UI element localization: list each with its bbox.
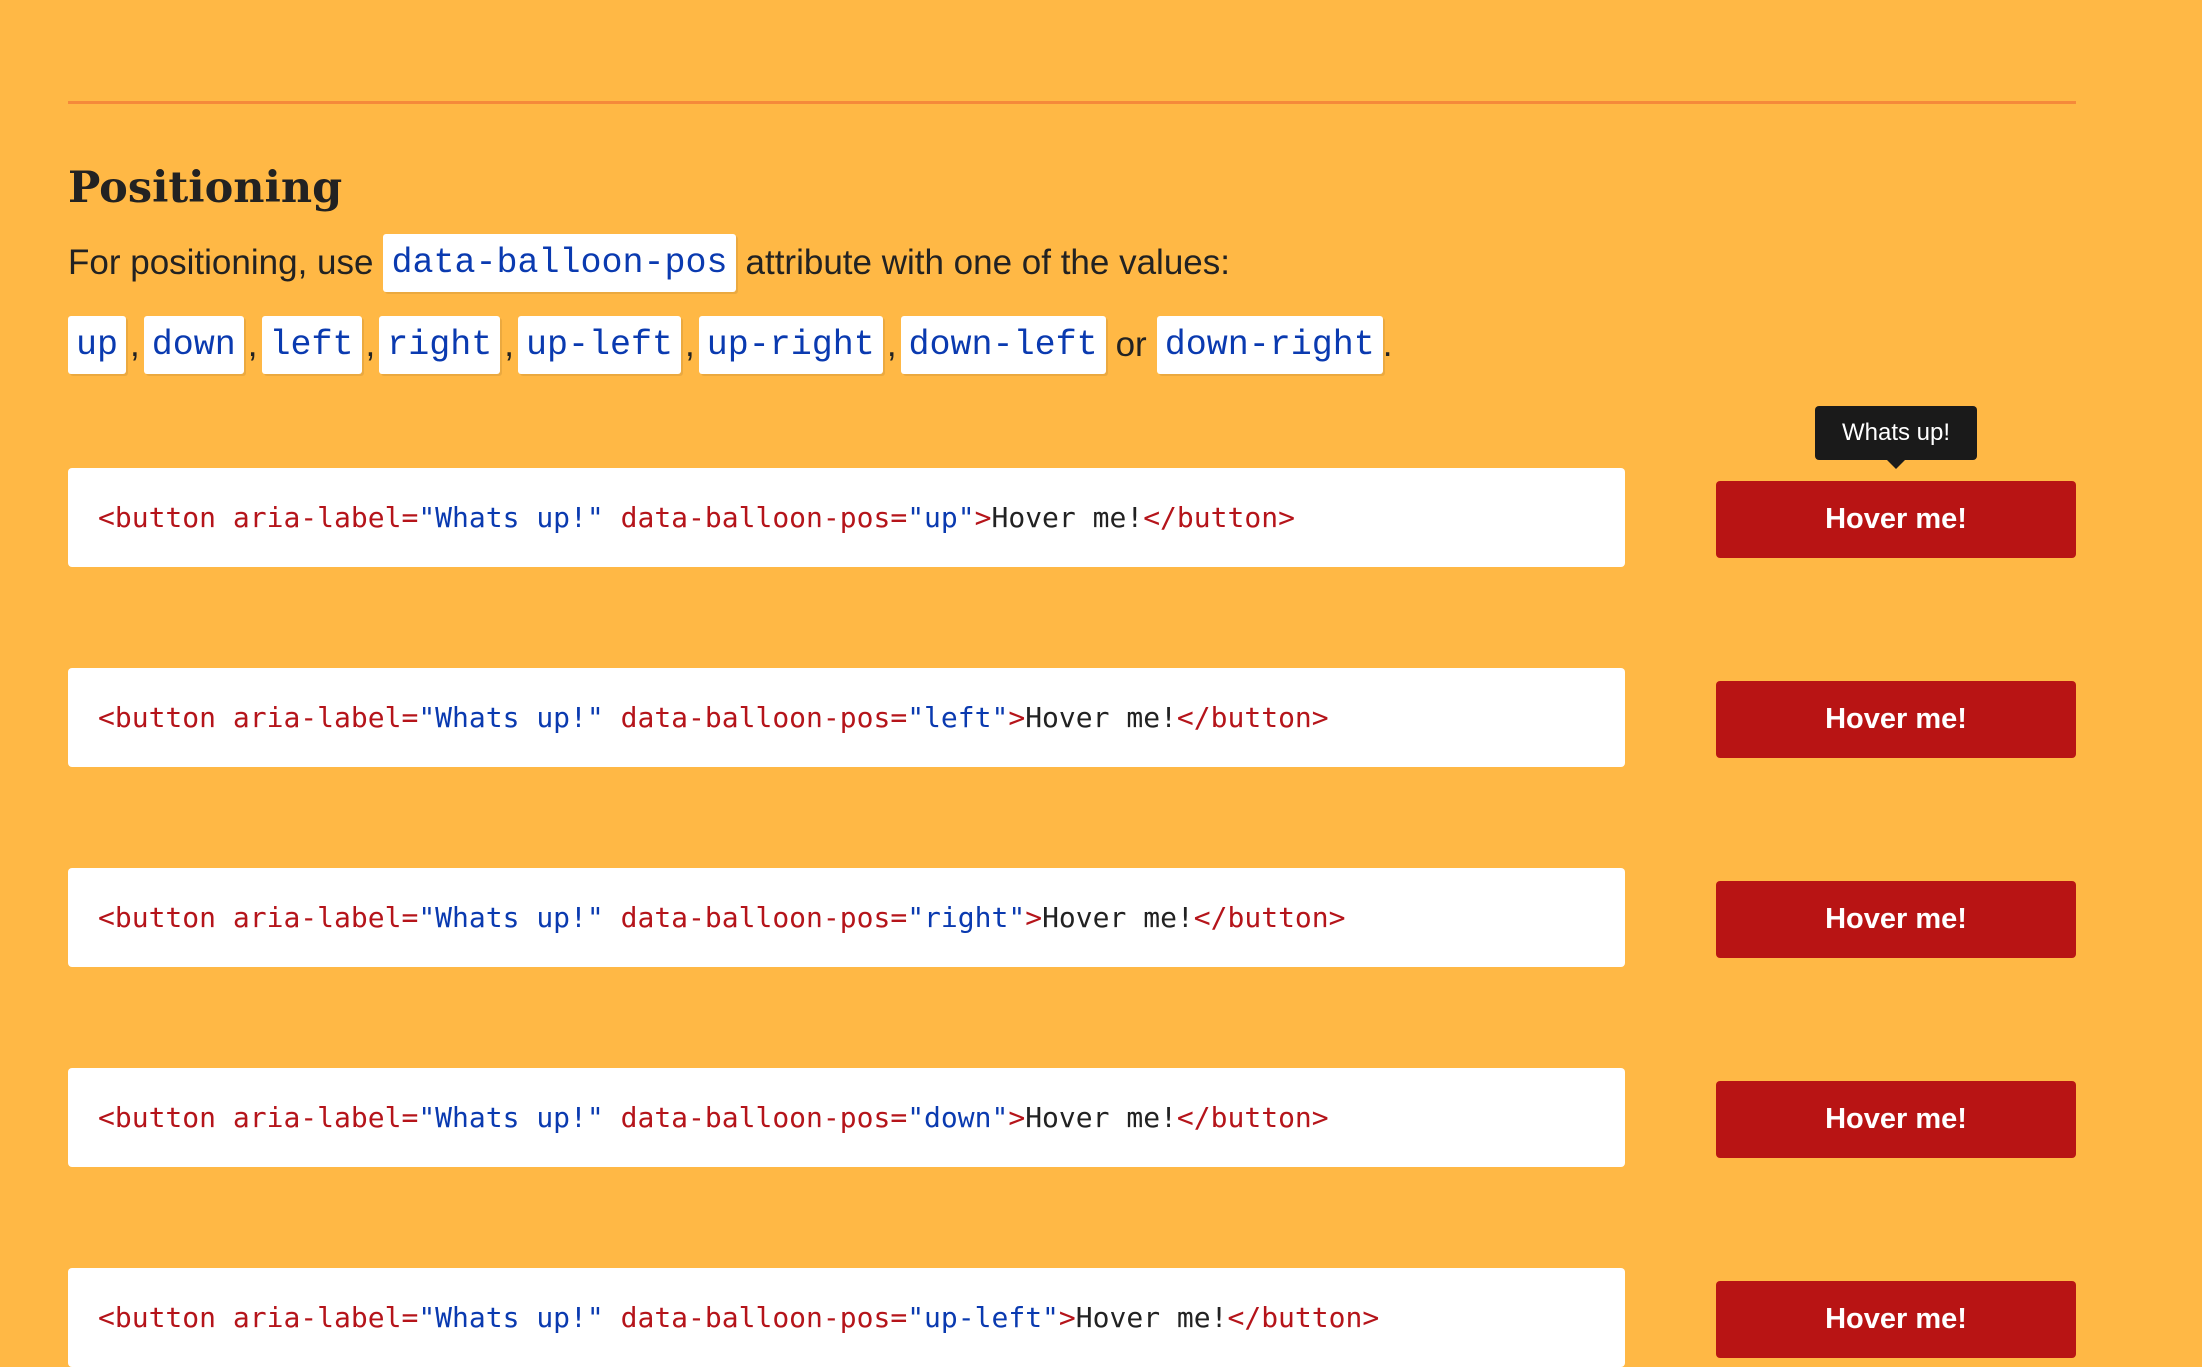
code-inner-text: Hover me! xyxy=(1042,901,1194,934)
code-value-aria-label: "Whats up!" xyxy=(418,701,604,734)
code-attr-balloon-pos: data-balloon-pos= xyxy=(620,1101,908,1134)
code-end-tag: </button> xyxy=(1193,901,1346,934)
value-separator: , xyxy=(365,325,376,364)
hover-me-button-down[interactable]: Hover me! xyxy=(1716,1081,2076,1158)
value-up: up xyxy=(68,316,127,374)
value-separator: , xyxy=(504,325,515,364)
value-separator: , xyxy=(685,325,695,364)
code-value-balloon-pos: "right" xyxy=(907,901,1026,934)
code-example-left: <button aria-label= "Whats up!" data-ball… xyxy=(68,668,1625,767)
value-down-left: down-left xyxy=(900,316,1106,374)
code-tag-close: > xyxy=(1008,701,1026,734)
code-attr-aria-label: aria-label= xyxy=(232,701,419,734)
code-tag-open: <button xyxy=(98,1101,217,1134)
value-left: left xyxy=(261,316,362,374)
value-down-right: down-right xyxy=(1156,316,1383,374)
value-separator: , xyxy=(130,325,140,364)
code-value-balloon-pos: "up" xyxy=(907,501,975,534)
code-tag-close: > xyxy=(1025,901,1043,934)
intro-paragraph: For positioning, use data-balloon-pos at… xyxy=(68,232,1230,294)
hover-me-button-left[interactable]: Hover me! xyxy=(1716,681,2076,758)
code-example-up-left: <button aria-label= "Whats up!" data-ball… xyxy=(68,1268,1625,1367)
value-end: . xyxy=(1382,325,1393,364)
intro-text-after: attribute with one of the values: xyxy=(745,243,1230,282)
code-value-aria-label: "Whats up!" xyxy=(418,1101,604,1134)
code-value-aria-label: "Whats up!" xyxy=(418,501,604,534)
tooltip-arrow xyxy=(1886,459,1906,469)
code-end-tag: </button> xyxy=(1227,1301,1380,1334)
code-inner-text: Hover me! xyxy=(991,501,1144,534)
position-values-list: up, down, left, right, up-left, up-right… xyxy=(68,314,1392,376)
code-tag-open: <button xyxy=(98,501,217,534)
code-end-tag: </button> xyxy=(1176,1101,1329,1134)
section-divider xyxy=(68,101,2076,104)
intro-text-before: For positioning, use xyxy=(68,243,374,282)
code-end-tag: </button> xyxy=(1143,501,1295,534)
inline-code-attribute: data-balloon-pos xyxy=(383,234,736,292)
value-right: right xyxy=(379,316,501,374)
code-example-right: <button aria-label= "Whats up!" data-ball… xyxy=(68,868,1625,967)
value-up-right: up-right xyxy=(698,316,883,374)
code-attr-aria-label: aria-label= xyxy=(232,1101,419,1134)
code-example-up: <button aria-label= "Whats up!" data-ball… xyxy=(68,468,1625,567)
code-example-down: <button aria-label= "Whats up!" data-ball… xyxy=(68,1068,1625,1167)
value-up-left: up-left xyxy=(518,316,682,374)
code-attr-balloon-pos: data-balloon-pos= xyxy=(620,1301,908,1334)
hover-me-button-up[interactable]: Hover me! xyxy=(1716,481,2076,558)
code-attr-balloon-pos: data-balloon-pos= xyxy=(620,901,908,934)
value-separator: , xyxy=(247,325,258,364)
code-inner-text: Hover me! xyxy=(1075,1301,1228,1334)
code-end-tag: </button> xyxy=(1176,701,1329,734)
code-attr-aria-label: aria-label= xyxy=(232,501,419,534)
code-attr-balloon-pos: data-balloon-pos= xyxy=(620,501,908,534)
code-attr-aria-label: aria-label= xyxy=(232,901,419,934)
code-tag-open: <button xyxy=(98,1301,217,1334)
code-tag-open: <button xyxy=(98,701,217,734)
value-separator: , xyxy=(886,325,897,364)
code-inner-text: Hover me! xyxy=(1025,701,1177,734)
code-value-aria-label: "Whats up!" xyxy=(418,1301,604,1334)
code-value-balloon-pos: "left" xyxy=(907,701,1009,734)
code-tag-close: > xyxy=(1058,1301,1076,1334)
hover-me-button-up-left[interactable]: Hover me! xyxy=(1716,1281,2076,1358)
code-value-balloon-pos: "up-left" xyxy=(907,1301,1059,1334)
value-or: or xyxy=(1115,325,1147,364)
code-inner-text: Hover me! xyxy=(1025,1101,1177,1134)
code-value-aria-label: "Whats up!" xyxy=(418,901,604,934)
code-attr-balloon-pos: data-balloon-pos= xyxy=(620,701,908,734)
tooltip-up: Whats up! xyxy=(1815,406,1977,460)
code-value-balloon-pos: "down" xyxy=(907,1101,1009,1134)
code-tag-close: > xyxy=(1008,1101,1026,1134)
code-tag-open: <button xyxy=(98,901,217,934)
code-attr-aria-label: aria-label= xyxy=(232,1301,419,1334)
value-down: down xyxy=(143,316,244,374)
hover-me-button-right[interactable]: Hover me! xyxy=(1716,881,2076,958)
code-tag-close: > xyxy=(974,501,992,534)
section-title: Positioning xyxy=(68,163,343,213)
